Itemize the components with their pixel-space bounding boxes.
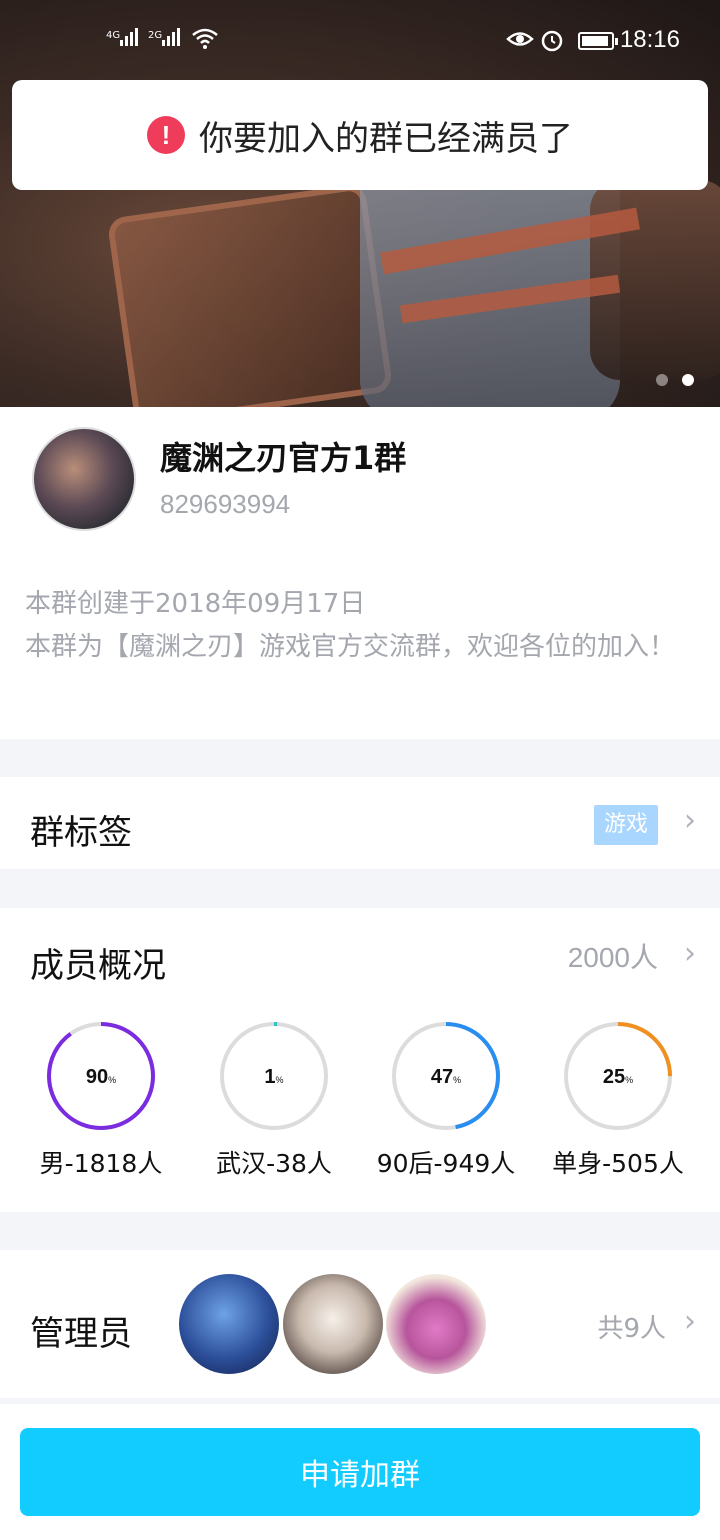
members-title: 成员概况 bbox=[30, 946, 166, 986]
group-created-date: 本群创建于2018年09月17日 bbox=[25, 589, 366, 619]
stat-percent: 1% bbox=[264, 1066, 284, 1088]
stat-location: 1% 武汉-38人 bbox=[189, 1020, 359, 1180]
status-bar: 4G 2G 18:16 bbox=[0, 22, 720, 62]
admin-avatar[interactable] bbox=[386, 1274, 486, 1374]
chevron-right-icon: › bbox=[684, 803, 696, 838]
carousel-dot-active[interactable] bbox=[682, 374, 694, 386]
stat-percent: 90% bbox=[85, 1066, 117, 1088]
admins-row[interactable]: 管理员 共9人 › bbox=[0, 1250, 720, 1398]
tags-title: 群标签 bbox=[30, 813, 132, 853]
group-name: 魔渊之刃官方1群 bbox=[160, 439, 407, 477]
battery-icon bbox=[578, 32, 618, 50]
group-intro: 本群为【魔渊之刃】游戏官方交流群，欢迎各位的加入！ bbox=[25, 632, 676, 662]
stat-gender: 90% 男-1818人 bbox=[16, 1020, 186, 1180]
carousel-indicator[interactable] bbox=[656, 374, 694, 386]
wifi-icon bbox=[192, 28, 218, 56]
carousel-dot[interactable] bbox=[656, 374, 668, 386]
stat-label: 单身-505人 bbox=[552, 1149, 684, 1178]
alert-icon: ! bbox=[147, 116, 185, 154]
eye-icon bbox=[506, 28, 534, 56]
clock: 18:16 bbox=[619, 26, 680, 53]
signal-4g-label: 4G bbox=[106, 30, 121, 41]
group-description: 本群创建于2018年09月17日 本群为【魔渊之刃】游戏官方交流群，欢迎各位的加… bbox=[25, 583, 705, 669]
admin-count: 共9人 bbox=[597, 1314, 666, 1344]
chevron-right-icon: › bbox=[684, 1304, 696, 1339]
group-info-card: 魔渊之刃官方1群 829693994 本群创建于2018年09月17日 本群为【… bbox=[0, 407, 720, 739]
admin-avatar[interactable] bbox=[283, 1274, 383, 1374]
join-group-button[interactable]: 申请加群 bbox=[20, 1428, 700, 1516]
tag-chip: 游戏 bbox=[593, 805, 658, 845]
stat-label: 90后-949人 bbox=[376, 1149, 516, 1178]
header-banner: 4G 2G 18:16 ! 你要加入的群已经满员了 bbox=[0, 0, 720, 407]
signal-2g-label: 2G bbox=[148, 30, 163, 41]
stat-age: 47% 90后-949人 bbox=[361, 1020, 531, 1180]
alarm-icon bbox=[540, 28, 564, 58]
signal-icon bbox=[120, 28, 138, 46]
bottom-bar: 申请加群 bbox=[0, 1404, 720, 1540]
group-avatar[interactable] bbox=[32, 427, 136, 531]
stat-percent: 25% bbox=[602, 1066, 634, 1088]
member-count[interactable]: 2000人 bbox=[568, 936, 658, 976]
admins-title: 管理员 bbox=[30, 1314, 132, 1354]
stat-single: 25% 单身-505人 bbox=[533, 1020, 703, 1180]
group-tags-row[interactable]: 群标签 游戏 › bbox=[0, 777, 720, 869]
toast-message: 你要加入的群已经满员了 bbox=[199, 118, 573, 159]
stat-label: 武汉-38人 bbox=[216, 1149, 332, 1178]
signal-icon bbox=[162, 28, 180, 46]
admin-avatar[interactable] bbox=[179, 1274, 279, 1374]
toast-notification: ! 你要加入的群已经满员了 bbox=[12, 80, 708, 190]
chevron-right-icon[interactable]: › bbox=[684, 936, 696, 971]
group-id: 829693994 bbox=[160, 489, 291, 519]
stat-label: 男-1818人 bbox=[39, 1149, 163, 1178]
members-overview: 成员概况 2000人 › 90% 男-1818人 1% 武汉-38人 47% 9… bbox=[0, 908, 720, 1212]
stat-percent: 47% bbox=[430, 1066, 462, 1088]
